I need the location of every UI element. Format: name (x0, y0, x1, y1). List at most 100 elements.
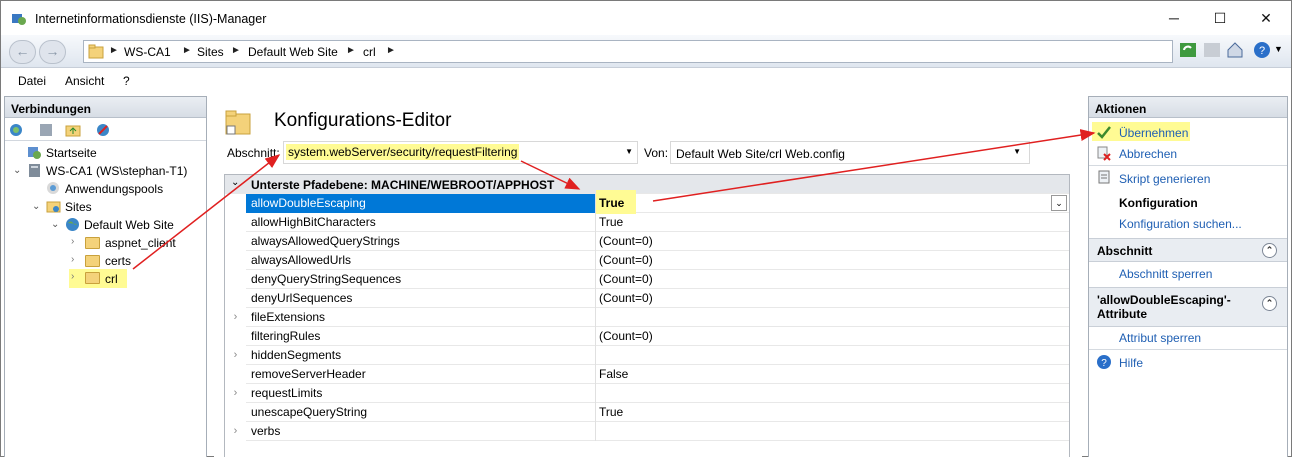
property-value[interactable]: (Count=0) (599, 234, 653, 248)
table-row[interactable]: › hiddenSegments (225, 346, 1069, 365)
up-folder-icon[interactable] (65, 122, 81, 138)
property-grid: ⌄ Unterste Pfadebene: MACHINE/WEBROOT/AP… (224, 174, 1070, 457)
section-heading: Abschnitt ⌃ (1089, 238, 1287, 262)
table-row[interactable]: removeServerHeader False (225, 365, 1069, 384)
table-row[interactable]: filteringRules (Count=0) (225, 327, 1069, 346)
svg-text:?: ? (1259, 45, 1265, 57)
breadcrumb-ws-ca1[interactable]: WS-CA1 (124, 45, 171, 59)
row-gutter (225, 251, 246, 270)
property-value[interactable]: (Count=0) (599, 291, 653, 305)
section-heading-label: Abschnitt (1097, 244, 1153, 258)
menu-datei[interactable]: Datei (18, 74, 46, 88)
stop-icon[interactable] (1203, 41, 1221, 59)
row-gutter (225, 289, 246, 308)
chevron-right-icon[interactable]: › (225, 308, 246, 327)
table-row[interactable]: denyQueryStringSequences (Count=0) (225, 270, 1069, 289)
menu-ansicht[interactable]: Ansicht (65, 74, 104, 88)
property-value[interactable]: True (599, 405, 623, 419)
property-name: allowHighBitCharacters (251, 215, 376, 229)
menu-bar: Datei Ansicht ? (1, 68, 1291, 93)
home-icon[interactable] (1226, 41, 1244, 59)
chevron-right-icon[interactable]: › (225, 422, 246, 441)
grid-group-header[interactable]: ⌄ Unterste Pfadebene: MACHINE/WEBROOT/AP… (225, 175, 1069, 194)
virtual-folder-icon (85, 272, 100, 284)
property-value[interactable]: False (599, 367, 628, 381)
breadcrumb-default-web-site[interactable]: Default Web Site (248, 45, 338, 59)
from-combobox[interactable]: Default Web Site/crl Web.config ▼ (670, 141, 1030, 164)
connections-toolbar (5, 119, 206, 141)
forward-button[interactable]: → (39, 40, 66, 64)
chevron-right-icon[interactable]: › (71, 271, 74, 282)
table-row[interactable]: › fileExtensions (225, 308, 1069, 327)
lock-section-link[interactable]: Abschnitt sperren (1119, 267, 1212, 281)
lock-attribute-link[interactable]: Attribut sperren (1119, 331, 1201, 345)
chevron-down-icon[interactable]: ▼ (1274, 44, 1283, 54)
search-config-link[interactable]: Konfiguration suchen... (1119, 217, 1242, 231)
property-value[interactable]: True (599, 215, 623, 229)
connections-tree: Startseite ⌄ WS-CA1 (WS\stephan-T1) Anwe… (13, 146, 188, 288)
table-row[interactable]: allowHighBitCharacters True (225, 213, 1069, 232)
property-value[interactable]: (Count=0) (599, 329, 653, 343)
actions-title: Aktionen (1089, 97, 1287, 118)
attribute-heading: 'allowDoubleEscaping'-Attribute ⌃ (1089, 287, 1287, 327)
tree-item-crl[interactable]: › crl (69, 269, 127, 288)
table-row[interactable]: ⌄ allowDoubleEscaping True (225, 190, 1069, 214)
breadcrumb-sites[interactable]: Sites (197, 45, 224, 59)
minimize-button[interactable]: ─ (1151, 1, 1197, 35)
cancel-icon (1097, 146, 1111, 161)
chevron-right-icon[interactable]: › (71, 254, 74, 265)
app-pools-icon (47, 182, 59, 194)
folder-icon (85, 237, 100, 249)
disconnect-icon[interactable] (95, 122, 111, 138)
chevron-down-icon[interactable]: ▼ (1013, 147, 1021, 156)
help-dropdown-icon[interactable]: ? (1253, 41, 1271, 59)
property-name: fileExtensions (251, 310, 326, 324)
address-bar[interactable]: ► WS-CA1 ► Sites ► Default Web Site ► cr… (83, 40, 1173, 63)
maximize-button[interactable]: ☐ (1197, 1, 1243, 35)
collapse-icon[interactable]: ⌃ (1262, 243, 1277, 258)
collapse-icon[interactable]: ⌃ (1262, 296, 1277, 311)
property-value[interactable]: True (599, 196, 624, 210)
generate-script-link[interactable]: Skript generieren (1119, 172, 1210, 186)
expand-chevron-icon[interactable]: ⌄ (32, 201, 40, 212)
chevron-right-icon[interactable]: › (71, 236, 74, 247)
property-name: verbs (251, 424, 281, 438)
apply-link[interactable]: Übernehmen (1119, 126, 1188, 140)
chevron-right-icon[interactable]: › (225, 384, 246, 403)
section-combobox[interactable]: system.webServer/security/requestFilteri… (283, 141, 638, 164)
table-row[interactable]: alwaysAllowedUrls (Count=0) (225, 251, 1069, 270)
table-row[interactable]: › verbs (225, 422, 1069, 441)
breadcrumb-crl[interactable]: crl (363, 45, 376, 59)
row-gutter (225, 403, 246, 422)
table-row[interactable]: denyUrlSequences (Count=0) (225, 289, 1069, 308)
connect-globe-icon[interactable] (8, 122, 24, 138)
page-title: Konfigurations-Editor (274, 110, 452, 131)
property-name: requestLimits (251, 386, 323, 400)
save-icon[interactable] (38, 122, 54, 138)
back-button[interactable]: ← (9, 40, 36, 64)
property-name: alwaysAllowedQueryStrings (251, 234, 400, 248)
refresh-icon[interactable] (1179, 41, 1197, 59)
globe-icon (66, 218, 79, 231)
connections-title: Verbindungen (5, 97, 206, 118)
help-icon: ? (1097, 355, 1111, 369)
expand-chevron-icon[interactable]: ⌄ (51, 219, 59, 230)
property-value[interactable]: (Count=0) (599, 253, 653, 267)
close-button[interactable]: ✕ (1243, 1, 1289, 35)
menu-help[interactable]: ? (123, 74, 130, 88)
chevron-down-icon[interactable]: ▼ (625, 147, 633, 156)
table-row[interactable]: alwaysAllowedQueryStrings (Count=0) (225, 232, 1069, 251)
property-name: hiddenSegments (251, 348, 342, 362)
chevron-down-icon[interactable]: ⌄ (1051, 195, 1067, 211)
config-editor-panel: Konfigurations-Editor Abschnitt: system.… (214, 96, 1082, 457)
property-value[interactable]: (Count=0) (599, 272, 653, 286)
chevron-down-icon[interactable]: ⌄ (231, 177, 239, 188)
address-toolbar: ← → ► WS-CA1 ► Sites ► Default Web Site … (1, 35, 1291, 68)
table-row[interactable]: › requestLimits (225, 384, 1069, 403)
expand-chevron-icon[interactable]: ⌄ (13, 165, 21, 176)
section-label: Abschnitt: (227, 146, 280, 160)
cancel-link[interactable]: Abbrechen (1119, 147, 1177, 161)
table-row[interactable]: unescapeQueryString True (225, 403, 1069, 422)
chevron-right-icon[interactable]: › (225, 346, 246, 365)
help-link[interactable]: Hilfe (1119, 356, 1143, 370)
